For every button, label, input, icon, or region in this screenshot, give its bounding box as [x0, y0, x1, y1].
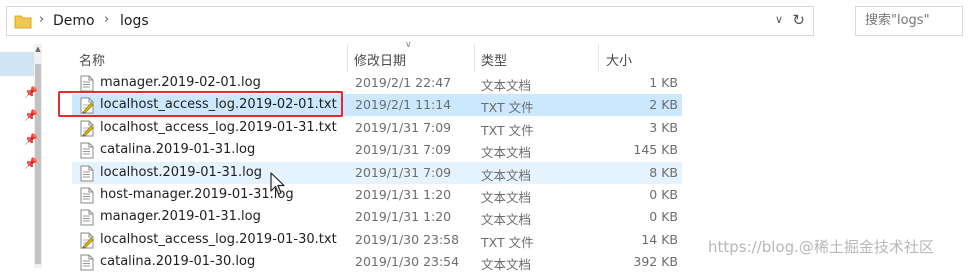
folder-icon — [14, 15, 32, 29]
chevron-right-icon[interactable]: › — [39, 12, 44, 27]
file-date: 2019/1/31 7:09 — [355, 119, 452, 135]
pin-icon[interactable]: 📌 — [24, 86, 38, 99]
breadcrumb-logs[interactable]: logs — [120, 13, 149, 29]
file-size: 3 KB — [649, 119, 678, 135]
file-name: localhost_access_log.2019-01-31.txt — [100, 119, 337, 135]
text-file-icon — [80, 187, 94, 204]
column-header-name[interactable]: 名称 — [79, 50, 105, 69]
column-header-date[interactable]: 修改日期 — [354, 50, 406, 69]
sort-indicator-icon: ∨ — [405, 40, 412, 50]
file-type: 文本文档 — [481, 257, 532, 273]
txt-file-icon — [80, 120, 94, 137]
file-name: catalina.2019-01-30.log — [100, 254, 256, 270]
file-size: 8 KB — [649, 164, 678, 180]
scroll-up-icon[interactable]: ▲ — [34, 45, 42, 53]
pin-icon[interactable]: 📌 — [24, 157, 38, 170]
refresh-icon[interactable]: ↻ — [792, 11, 805, 29]
file-name: localhost.2019-01-31.log — [100, 164, 262, 180]
column-divider[interactable] — [474, 44, 475, 72]
search-input[interactable]: 搜索"logs" — [855, 6, 963, 36]
file-size: 392 KB — [633, 254, 678, 270]
file-size: 1 KB — [649, 75, 678, 90]
text-file-icon — [80, 209, 94, 226]
file-size: 2 KB — [649, 97, 678, 113]
file-row[interactable]: localhost_access_log.2019-01-31.txt 2019/… — [72, 117, 682, 139]
mouse-cursor-icon — [270, 172, 285, 195]
file-type: 文本文档 — [481, 78, 532, 93]
txt-file-icon — [80, 232, 94, 249]
file-date: 2019/1/31 1:20 — [355, 209, 452, 225]
file-name: manager.2019-02-01.log — [100, 75, 261, 90]
file-type: 文本文档 — [481, 190, 532, 205]
address-toolbar: › Demo › logs ∨ ↻ 搜索"logs" — [0, 0, 969, 44]
file-row[interactable]: catalina.2019-01-30.log 2019/1/30 23:54 文本… — [72, 251, 682, 273]
file-type: TXT 文件 — [481, 100, 534, 116]
file-type: 文本文档 — [481, 167, 532, 183]
file-date: 2019/1/31 7:09 — [355, 142, 452, 158]
file-row[interactable]: manager.2019-01-31.log 2019/1/31 1:20 文本文档… — [72, 206, 682, 228]
text-file-icon — [80, 75, 94, 92]
chevron-down-icon[interactable]: ∨ — [775, 13, 783, 26]
file-type: 文本文档 — [481, 145, 532, 161]
file-date: 2019/1/31 1:20 — [355, 187, 452, 202]
pin-icon[interactable]: 📌 — [24, 109, 38, 122]
pin-icon[interactable]: 📌 — [24, 133, 38, 146]
highlight-box — [58, 91, 343, 117]
chevron-right-icon[interactable]: › — [104, 12, 109, 27]
address-bar[interactable]: › Demo › logs ∨ ↻ — [6, 6, 814, 36]
file-size: 14 KB — [641, 231, 678, 247]
text-file-icon — [80, 142, 94, 159]
text-file-icon — [80, 254, 94, 271]
file-size: 0 KB — [649, 187, 678, 202]
column-header-size[interactable]: 大小 — [606, 50, 632, 69]
column-header-type[interactable]: 类型 — [481, 50, 507, 69]
file-row[interactable]: localhost_access_log.2019-01-30.txt 2019/… — [72, 229, 682, 251]
file-size: 0 KB — [649, 209, 678, 225]
breadcrumb-demo[interactable]: Demo — [53, 13, 95, 29]
file-name: host-manager.2019-01-31.log — [100, 187, 294, 202]
column-divider[interactable] — [598, 44, 599, 72]
file-type: TXT 文件 — [481, 122, 534, 138]
nav-selected-item[interactable] — [0, 52, 34, 76]
file-size: 145 KB — [633, 142, 678, 158]
file-name: manager.2019-01-31.log — [100, 209, 261, 225]
file-row[interactable]: localhost.2019-01-31.log 2019/1/31 7:09 文本… — [72, 161, 682, 184]
file-date: 2019/2/1 22:47 — [355, 75, 452, 90]
file-name: catalina.2019-01-31.log — [100, 142, 256, 158]
file-row[interactable]: catalina.2019-01-31.log 2019/1/31 7:09 文本文… — [72, 139, 682, 161]
file-type: TXT 文件 — [481, 234, 534, 250]
navigation-pane: ▲ 📌 📌 📌 📌 — [0, 44, 44, 268]
file-date: 2019/2/1 11:14 — [355, 97, 452, 113]
file-row[interactable]: host-manager.2019-01-31.log 2019/1/31 1:2… — [72, 184, 682, 206]
file-name: localhost_access_log.2019-01-30.txt — [100, 231, 337, 247]
text-file-icon — [80, 165, 94, 182]
file-date: 2019/1/30 23:54 — [355, 254, 460, 270]
file-type: 文本文档 — [481, 212, 532, 228]
column-divider[interactable] — [347, 44, 348, 72]
watermark: https://blog.@稀土掘金技术社区 — [708, 238, 934, 256]
file-date: 2019/1/31 7:09 — [355, 164, 452, 180]
file-date: 2019/1/30 23:58 — [355, 231, 460, 247]
